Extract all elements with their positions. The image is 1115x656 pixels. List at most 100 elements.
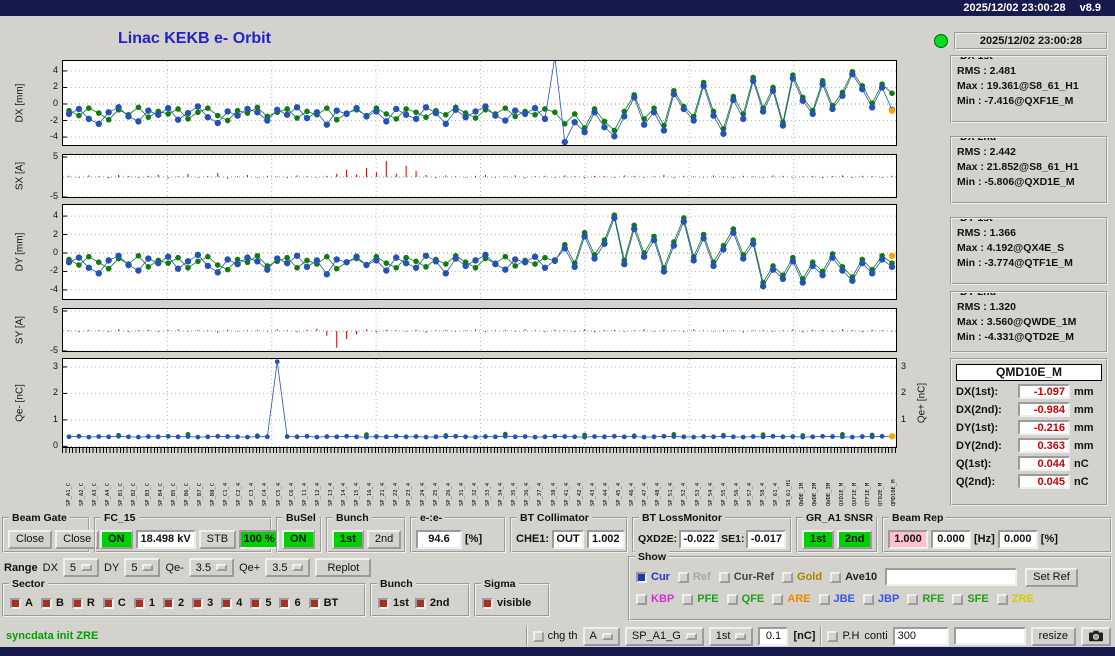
show-jbe-checkbox[interactable] <box>818 593 830 605</box>
sector-select[interactable]: A <box>582 626 620 646</box>
bpm-label: SP_32_4 <box>471 482 478 506</box>
replot-button[interactable]: Replot <box>315 558 372 577</box>
monitor-row-value: -0.216 <box>1018 420 1070 435</box>
sector-b-checkbox[interactable] <box>40 597 52 609</box>
sector-a-checkbox[interactable] <box>10 597 21 609</box>
page-title: Linac KEKB e- Orbit <box>118 30 271 47</box>
show-sfe-checkbox[interactable] <box>952 593 964 605</box>
stats-box-label: DY 2nd <box>957 293 999 298</box>
beam-rep-pct-label: [%] <box>1040 533 1058 545</box>
sector-2-label: 2 <box>177 597 185 609</box>
stats-max: Max : 21.852@S8_61_H1 <box>957 161 1079 173</box>
show-jbe-label: JBE <box>833 593 855 605</box>
sy-axis-label: SY [A] <box>14 315 26 345</box>
fc15-on-button[interactable]: ON <box>100 529 133 549</box>
busel-on-button[interactable]: ON <box>282 529 315 549</box>
bpm-label: SP_43_4 <box>589 482 596 506</box>
bpm-label: QTF1E_M <box>864 482 871 506</box>
group-label: Sigma <box>481 578 519 590</box>
monitor-row-label: DY(1st): <box>956 421 999 434</box>
monitor-row-value: 0.363 <box>1018 438 1070 453</box>
monitor-row-label: DX(2nd): <box>956 403 1002 416</box>
kekb-orbit-window: 2025/12/02 23:00:28 v8.9 Linac KEKB e- O… <box>0 0 1115 656</box>
bpm-label: SP_C5_4 <box>275 482 282 506</box>
show-cur-ref-checkbox[interactable] <box>718 571 730 583</box>
bunch-order-select[interactable]: 1st <box>708 626 754 646</box>
monitor-row-unit: mm <box>1074 421 1094 434</box>
chg-th-checkbox[interactable] <box>532 630 544 642</box>
beam-gate-close-button-2[interactable]: Close <box>55 529 100 549</box>
bpm-label: SP_42_4 <box>576 482 583 506</box>
show-pfe-checkbox[interactable] <box>682 593 694 605</box>
set-ref-button[interactable]: Set Ref <box>1025 567 1078 587</box>
bpm-label: SP_25_4 <box>432 482 439 506</box>
range-qep-select[interactable]: 3.5 <box>265 558 311 577</box>
sector-4-checkbox[interactable] <box>221 597 233 609</box>
bpm-label: SP_52_4 <box>681 482 688 506</box>
ref-name-input[interactable] <box>885 568 1018 586</box>
stats-box-dx-2nd: DX 2nd RMS : 2.442 Max : 21.852@S8_61_H1… <box>950 136 1108 204</box>
bunch-1st-button[interactable]: 1st <box>332 529 364 549</box>
sector-bt-label: BT <box>323 597 339 609</box>
plot-sy <box>62 308 897 352</box>
resize-button[interactable]: resize <box>1030 626 1076 646</box>
show-kbp-checkbox[interactable] <box>636 593 647 605</box>
bunch-2nd-checkbox[interactable] <box>414 597 426 609</box>
sector-bt-checkbox[interactable] <box>308 597 320 609</box>
bpm-label: SP_B1_C <box>118 482 125 506</box>
bpm-label: SP_41_4 <box>563 482 570 506</box>
bpm-label: SP_33_4 <box>485 482 492 506</box>
show-rfe-checkbox[interactable] <box>907 593 919 605</box>
axis-tick: 4 <box>52 210 58 221</box>
sector-c-checkbox[interactable] <box>102 597 114 609</box>
bpm-label: SP_14_4 <box>341 482 347 506</box>
fc15-duty-field: 100 % <box>239 529 280 549</box>
sector-3-checkbox[interactable] <box>192 597 204 609</box>
sector-2-checkbox[interactable] <box>162 597 174 609</box>
spare-input[interactable] <box>953 627 1026 645</box>
show-gold-label: Gold <box>797 571 823 583</box>
bpm-label: SP_55_4 <box>720 482 727 506</box>
show-jbp-checkbox[interactable] <box>862 593 874 605</box>
sector-5-checkbox[interactable] <box>250 597 262 609</box>
range-label: Range <box>4 561 38 574</box>
monitor-select[interactable]: SP_A1_G <box>624 626 704 646</box>
monitor-row-unit: nC <box>1074 457 1089 470</box>
ph-checkbox[interactable] <box>827 630 839 642</box>
monitor-row-unit: mm <box>1074 403 1094 416</box>
show-gold-checkbox[interactable] <box>782 571 794 583</box>
show-zre-checkbox[interactable] <box>996 593 1008 605</box>
threshold-field[interactable]: 0.1 <box>758 626 789 646</box>
sector-5-label: 5 <box>265 597 272 609</box>
sigma-visible-checkbox[interactable] <box>482 597 493 609</box>
beam-gate-close-button-1[interactable]: Close <box>8 529 53 549</box>
bpm-label: SP_35_4 <box>511 482 518 506</box>
gr-2nd-button[interactable]: 2nd <box>836 529 873 549</box>
fc15-stb-button[interactable]: STB <box>198 529 237 549</box>
show-are-checkbox[interactable] <box>772 593 784 605</box>
sector-1-checkbox[interactable] <box>133 597 145 609</box>
sector-r-checkbox[interactable] <box>71 597 83 609</box>
dropdown-indicator-icon <box>292 564 304 571</box>
separator <box>525 626 528 646</box>
stats-box-label: DY 1st <box>957 219 996 224</box>
range-dy-select[interactable]: 5 <box>124 558 161 577</box>
gr-1st-button[interactable]: 1st <box>802 529 834 549</box>
screenshot-button[interactable] <box>1081 626 1111 646</box>
beam-gate-group: Beam Gate Close Close <box>2 512 100 553</box>
bpm-label: SP_36_4 <box>524 482 531 506</box>
bpm-label: SP_B5_C <box>170 482 177 506</box>
show-sfe-label: SFE <box>967 593 989 605</box>
range-qem-select[interactable]: 3.5 <box>188 558 235 577</box>
sector-6-checkbox[interactable] <box>279 597 291 609</box>
qe-axis-label: Qe- [nC] <box>14 384 26 422</box>
range-dx-select[interactable]: 5 <box>62 558 100 577</box>
show-ref-checkbox[interactable] <box>677 571 689 583</box>
bunch-1st-checkbox[interactable] <box>378 597 389 609</box>
axis-tick: 2 <box>52 81 58 92</box>
show-ave10-checkbox[interactable] <box>830 571 842 583</box>
bunch-2nd-button[interactable]: 2nd <box>366 529 402 549</box>
show-qfe-checkbox[interactable] <box>726 593 738 605</box>
show-cur-checkbox[interactable] <box>636 571 647 583</box>
interval-field[interactable]: 300 <box>892 626 949 646</box>
